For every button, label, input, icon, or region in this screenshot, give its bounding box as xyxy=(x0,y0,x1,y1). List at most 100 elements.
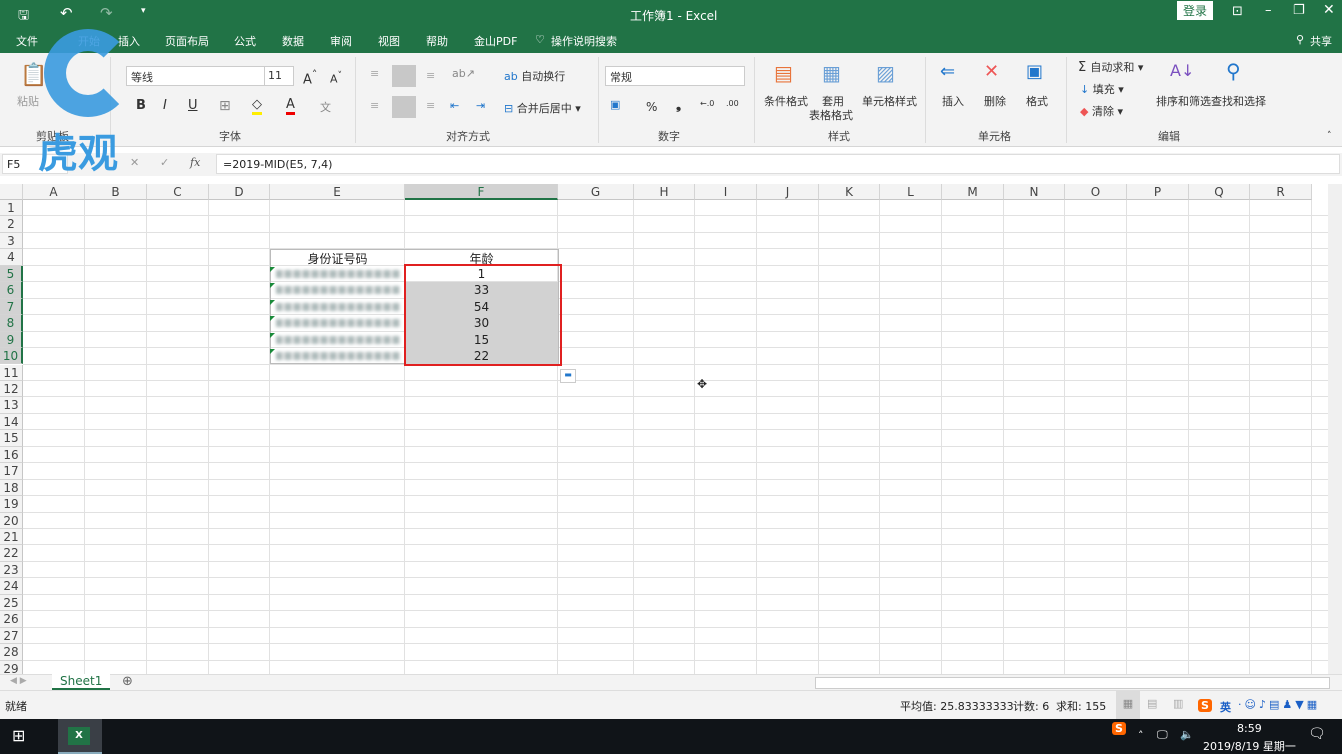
font-color-icon[interactable]: A xyxy=(286,97,295,115)
tab-kingsoft-pdf[interactable]: 金山PDF xyxy=(474,33,517,49)
row-header-16[interactable]: 16 xyxy=(0,446,23,464)
row-header-24[interactable]: 24 xyxy=(0,578,23,595)
phonetic-icon[interactable]: 文 xyxy=(320,99,331,115)
login-button[interactable]: 登录 xyxy=(1177,1,1214,20)
row-header-5[interactable]: 5 xyxy=(0,265,23,283)
ime-language[interactable]: 英 xyxy=(1220,699,1231,715)
row-header-8[interactable]: 8 xyxy=(0,315,23,332)
tab-review[interactable]: 审阅 xyxy=(330,33,352,49)
row-header-3[interactable]: 3 xyxy=(0,232,23,250)
tray-expand-icon[interactable]: ˄ xyxy=(1138,729,1144,742)
row-header-27[interactable]: 27 xyxy=(0,627,23,645)
network-icon[interactable]: 🖵 xyxy=(1157,728,1168,742)
normal-view-icon[interactable]: ▦ xyxy=(1116,691,1140,719)
cell-E6-blurred-id[interactable] xyxy=(276,286,400,295)
sogou-tray-icon[interactable]: S xyxy=(1112,722,1126,735)
excel-taskbar-button[interactable]: X xyxy=(58,719,102,754)
tab-page-layout[interactable]: 页面布局 xyxy=(165,33,209,49)
windows-start-icon[interactable]: ⊞ xyxy=(12,726,25,745)
align-right-icon[interactable]: ≡ xyxy=(426,99,435,112)
row-header-6[interactable]: 6 xyxy=(0,282,23,299)
restore-button[interactable]: ❐ xyxy=(1293,3,1305,18)
row-header-7[interactable]: 7 xyxy=(0,298,23,316)
tab-help[interactable]: 帮助 xyxy=(426,33,448,49)
row-header-22[interactable]: 22 xyxy=(0,545,23,562)
notifications-icon[interactable]: 🗨 xyxy=(1308,726,1326,742)
tab-insert[interactable]: 插入 xyxy=(118,33,140,49)
italic-button[interactable]: I xyxy=(163,98,167,113)
percent-button[interactable]: % xyxy=(646,100,657,114)
row-header-12[interactable]: 12 xyxy=(0,380,23,398)
row-header-21[interactable]: 21 xyxy=(0,529,23,546)
border-icon[interactable]: ⊞ xyxy=(219,98,231,114)
column-header-K[interactable]: K xyxy=(819,184,880,200)
row-header-23[interactable]: 23 xyxy=(0,561,23,579)
font-name-select[interactable]: 等线 xyxy=(126,66,266,86)
clock-date[interactable]: 2019/8/19 星期一 xyxy=(1203,738,1296,754)
align-top-icon[interactable]: ≡ xyxy=(370,67,379,80)
vertical-scrollbar[interactable] xyxy=(1328,184,1342,674)
row-header-14[interactable]: 14 xyxy=(0,413,23,431)
align-bottom-icon[interactable]: ≡ xyxy=(426,69,435,82)
cell-E7-blurred-id[interactable] xyxy=(276,302,400,311)
align-middle-icon[interactable] xyxy=(392,65,416,87)
row-header-2[interactable]: 2 xyxy=(0,216,23,233)
column-header-Q[interactable]: Q xyxy=(1189,184,1250,200)
undo-icon[interactable]: ↶ xyxy=(60,4,73,22)
format-button[interactable]: 格式 xyxy=(1026,93,1048,109)
column-header-I[interactable]: I xyxy=(695,184,757,200)
row-header-20[interactable]: 20 xyxy=(0,512,23,529)
column-header-A[interactable]: A xyxy=(23,184,85,200)
clock-time[interactable]: 8:59 xyxy=(1237,722,1262,735)
cell-E10-blurred-id[interactable] xyxy=(276,352,400,361)
orientation-icon[interactable]: ab↗ xyxy=(452,67,475,80)
sort-filter-button[interactable]: 排序和筛选 xyxy=(1156,93,1211,109)
cancel-icon[interactable]: ✕ xyxy=(130,156,139,169)
horizontal-scrollbar[interactable] xyxy=(815,677,1330,689)
increase-indent-icon[interactable]: ⇥ xyxy=(476,99,485,112)
page-break-view-icon[interactable]: ▥ xyxy=(1173,697,1183,710)
customize-qat-icon[interactable]: ▾ xyxy=(141,6,146,16)
row-header-17[interactable]: 17 xyxy=(0,463,23,480)
insert-function-button[interactable]: fx xyxy=(190,156,200,169)
grow-font-icon[interactable]: A˄ xyxy=(303,68,317,87)
cell-E8-blurred-id[interactable] xyxy=(276,319,400,328)
worksheet-grid[interactable]: A B C D E F G H I J K L M N O P Q R 1 2 3 4 5 6 7 8 9 10 11 12 13 14 15 1… xyxy=(0,184,1328,678)
cell-style-button[interactable]: 单元格样式 xyxy=(862,93,917,109)
column-header-H[interactable]: H xyxy=(634,184,695,200)
row-header-11[interactable]: 11 xyxy=(0,364,23,381)
redo-icon[interactable]: ↷ xyxy=(100,4,113,22)
comma-button[interactable]: ❟ xyxy=(676,98,681,113)
column-header-B[interactable]: B xyxy=(85,184,147,200)
merge-center-button[interactable]: ⊟ 合并后居中 ▾ xyxy=(504,100,581,116)
accounting-icon[interactable]: ▣ xyxy=(610,98,620,111)
row-header-13[interactable]: 13 xyxy=(0,397,23,414)
close-button[interactable]: ✕ xyxy=(1323,2,1335,18)
row-header-25[interactable]: 25 xyxy=(0,594,23,612)
row-header-10[interactable]: 10 xyxy=(0,348,23,365)
column-header-E[interactable]: E xyxy=(270,184,405,200)
quick-analysis-icon[interactable]: ▬ xyxy=(560,368,576,383)
row-header-28[interactable]: 28 xyxy=(0,644,23,661)
select-all-corner[interactable] xyxy=(0,184,23,200)
row-header-1[interactable]: 1 xyxy=(0,200,23,217)
minimize-button[interactable]: – xyxy=(1265,3,1272,18)
collapse-ribbon-icon[interactable]: ˄ xyxy=(1327,131,1332,141)
column-header-G[interactable]: G xyxy=(558,184,634,200)
increase-decimal-icon[interactable]: ←.0 xyxy=(700,99,714,108)
prev-sheet-icon[interactable]: ◀ ▶ xyxy=(10,676,27,686)
page-layout-view-icon[interactable]: ▤ xyxy=(1147,697,1157,710)
find-select-button[interactable]: 查找和选择 xyxy=(1211,93,1266,109)
underline-button[interactable]: U xyxy=(188,98,198,113)
column-header-C[interactable]: C xyxy=(147,184,209,200)
delete-button[interactable]: 删除 xyxy=(984,93,1006,109)
column-header-O[interactable]: O xyxy=(1065,184,1127,200)
column-header-N[interactable]: N xyxy=(1004,184,1065,200)
row-header-9[interactable]: 9 xyxy=(0,331,23,349)
row-header-26[interactable]: 26 xyxy=(0,611,23,628)
shrink-font-icon[interactable]: A˅ xyxy=(330,70,342,86)
column-header-P[interactable]: P xyxy=(1127,184,1189,200)
clear-button[interactable]: ◆ 清除 ▾ xyxy=(1080,103,1123,119)
column-header-J[interactable]: J xyxy=(757,184,819,200)
column-header-F[interactable]: F xyxy=(405,184,558,200)
